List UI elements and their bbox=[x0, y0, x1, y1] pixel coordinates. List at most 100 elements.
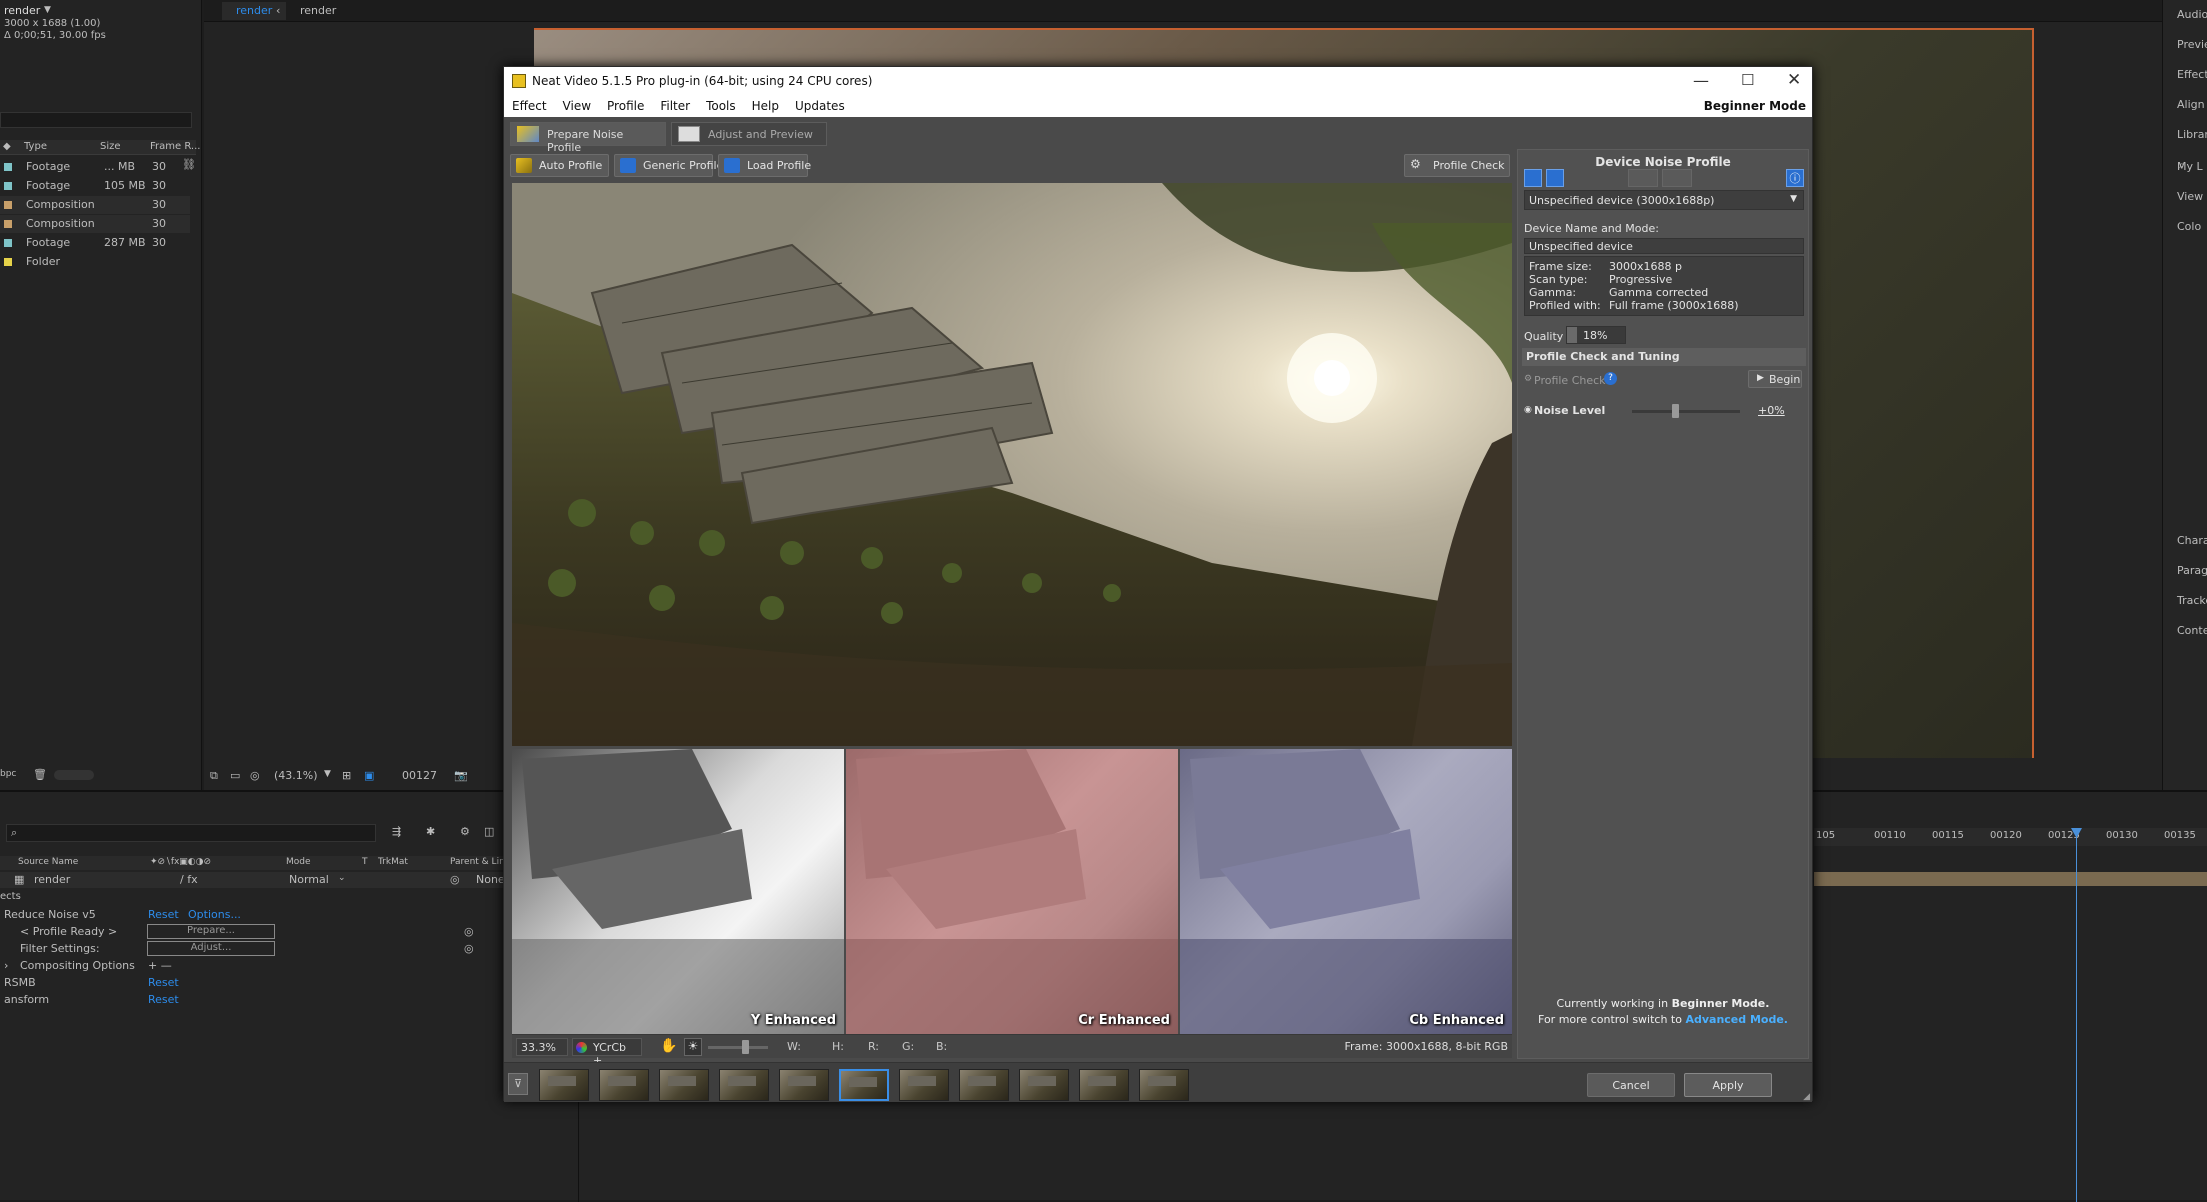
thumbnail-slider[interactable] bbox=[54, 770, 94, 780]
brightness-slider[interactable] bbox=[708, 1046, 768, 1049]
apply-button[interactable]: Apply bbox=[1684, 1073, 1772, 1097]
zoom-value[interactable]: (43.1%) bbox=[274, 769, 318, 782]
keyframe-icon[interactable]: ◎ bbox=[464, 925, 474, 938]
chevron-down-icon[interactable]: ▼ bbox=[324, 769, 331, 779]
generic-profile-button[interactable]: Generic Profile bbox=[614, 154, 723, 177]
tab-adjust-and-preview[interactable]: Adjust and Preview bbox=[671, 122, 827, 146]
menu-tools[interactable]: Tools bbox=[698, 97, 744, 113]
layer-mode[interactable]: Normal bbox=[289, 873, 329, 886]
effect-row-label[interactable]: Reduce Noise v5 bbox=[4, 908, 96, 921]
chevron-down-icon[interactable]: ▼ bbox=[44, 5, 51, 15]
brightness-icon[interactable]: ☀ bbox=[684, 1038, 702, 1056]
draft-icon[interactable]: ✱ bbox=[426, 825, 435, 838]
comp-name[interactable]: render bbox=[4, 4, 40, 17]
undo-icon[interactable] bbox=[1628, 169, 1658, 187]
cancel-button[interactable]: Cancel bbox=[1587, 1073, 1675, 1097]
cr-channel-preview[interactable]: Cr Enhanced bbox=[846, 749, 1178, 1034]
device-select[interactable]: Unspecified device (3000x1688p) ▼ bbox=[1524, 190, 1804, 210]
col-frame-rate[interactable]: Frame R... bbox=[150, 141, 200, 152]
fit-icon[interactable]: ⊞ bbox=[342, 769, 351, 782]
effect-row-label[interactable]: ansform bbox=[4, 993, 49, 1006]
load-profile-button[interactable]: Load Profile bbox=[718, 154, 811, 177]
reset-link[interactable]: Reset bbox=[148, 993, 179, 1006]
noise-level-slider[interactable] bbox=[1632, 404, 1740, 418]
trash-icon[interactable]: 🗑 bbox=[33, 768, 47, 781]
menu-help[interactable]: Help bbox=[744, 97, 787, 113]
timeline-search-input[interactable]: ⌕ bbox=[6, 824, 376, 842]
title-bar[interactable]: Neat Video 5.1.5 Pro plug-in (64-bit; us… bbox=[504, 67, 1812, 97]
col-size[interactable]: Size bbox=[100, 141, 121, 152]
resize-grip-icon[interactable]: ◢ bbox=[1803, 1092, 1810, 1102]
y-channel-preview[interactable]: Y Enhanced bbox=[512, 749, 844, 1034]
redo-icon[interactable] bbox=[1662, 169, 1692, 187]
snapshot-icon[interactable]: ⧉ bbox=[210, 769, 218, 783]
frame-thumbnail[interactable] bbox=[959, 1069, 1009, 1101]
effect-row-label[interactable]: < Profile Ready > bbox=[20, 925, 117, 938]
filter-icon[interactable]: ⊽ bbox=[508, 1073, 528, 1095]
col-mode[interactable]: Mode bbox=[286, 857, 311, 867]
reset-link[interactable]: Reset bbox=[148, 908, 179, 921]
layer-row[interactable]: ▦ render / fx Normal ⌄ ◎ None bbox=[0, 872, 505, 888]
graph-icon[interactable]: ⇶ bbox=[392, 825, 401, 838]
bpc-label[interactable]: bpc bbox=[0, 769, 16, 779]
frame-thumbnail[interactable] bbox=[659, 1069, 709, 1101]
effect-row-label[interactable]: Compositing Options bbox=[20, 959, 135, 972]
right-panel-item[interactable]: Align bbox=[2177, 98, 2205, 111]
motion-blur-icon[interactable]: ◫ bbox=[484, 825, 494, 838]
right-panel-item[interactable]: Conte bbox=[2177, 624, 2207, 637]
right-panel-item[interactable]: Chara bbox=[2177, 534, 2207, 547]
col-type[interactable]: Type bbox=[24, 141, 47, 152]
project-item[interactable]: Composition 30 bbox=[0, 196, 190, 214]
chevron-down-icon[interactable]: ▼ bbox=[1790, 194, 1797, 204]
menu-updates[interactable]: Updates bbox=[787, 97, 853, 113]
minimize-icon[interactable]: — bbox=[1693, 71, 1709, 90]
save-profile-icon[interactable] bbox=[1546, 169, 1564, 187]
frame-thumbnail[interactable] bbox=[719, 1069, 769, 1101]
time-ruler[interactable]: 105 00110 00115 00120 00125 00130 00135 bbox=[1814, 828, 2207, 846]
add-remove-icon[interactable]: + — bbox=[148, 959, 172, 972]
help-icon[interactable]: ? bbox=[1604, 372, 1617, 385]
noise-level-value[interactable]: +0% bbox=[1758, 404, 1785, 417]
pen-icon[interactable]: / fx bbox=[180, 873, 198, 886]
col-trkmat[interactable]: TrkMat bbox=[378, 857, 408, 867]
chevron-left-icon[interactable]: ‹ bbox=[276, 4, 280, 17]
frame-blend-icon[interactable]: ⚙ bbox=[460, 825, 470, 838]
menu-profile[interactable]: Profile bbox=[599, 97, 652, 113]
frame-thumbnail[interactable] bbox=[539, 1069, 589, 1101]
menu-view[interactable]: View bbox=[555, 97, 599, 113]
chevron-down-icon[interactable]: ⌄ bbox=[338, 873, 346, 883]
frame-thumbnail[interactable] bbox=[1079, 1069, 1129, 1101]
project-item[interactable]: Footage 287 MB 30 bbox=[0, 234, 190, 252]
tab-prepare-noise-profile[interactable]: Prepare Noise Profile bbox=[510, 122, 666, 154]
hand-icon[interactable]: ✋ bbox=[660, 1038, 677, 1054]
layer-bar[interactable] bbox=[1814, 872, 2207, 886]
keyframe-icon[interactable]: ◎ bbox=[464, 942, 474, 955]
effect-button[interactable]: Adjust... bbox=[147, 941, 275, 956]
right-panel-item[interactable]: Effects bbox=[2177, 68, 2207, 81]
col-parent[interactable]: Parent & Link bbox=[450, 857, 510, 867]
frame-thumbnail[interactable] bbox=[1019, 1069, 1069, 1101]
open-profile-icon[interactable] bbox=[1524, 169, 1542, 187]
effect-button[interactable]: Prepare... bbox=[147, 924, 275, 939]
chevron-right-icon[interactable]: › bbox=[4, 959, 8, 972]
advanced-mode-link[interactable]: Advanced Mode. bbox=[1685, 1013, 1788, 1026]
project-item[interactable]: Footage 105 MB 30 bbox=[0, 177, 190, 195]
camera-icon[interactable]: 📷 bbox=[454, 769, 468, 782]
col-source-name[interactable]: Source Name bbox=[18, 857, 78, 867]
mode-label[interactable]: Beginner Mode bbox=[1704, 99, 1806, 113]
mask-icon[interactable]: ◎ bbox=[250, 769, 260, 782]
close-icon[interactable]: ✕ bbox=[1787, 70, 1801, 90]
effect-row-label[interactable]: Filter Settings: bbox=[20, 942, 100, 955]
profile-check-button[interactable]: ⚙ Profile Check bbox=[1404, 154, 1510, 177]
menu-filter[interactable]: Filter bbox=[652, 97, 698, 113]
maximize-icon[interactable]: ☐ bbox=[1741, 71, 1754, 89]
reset-link[interactable]: Reset bbox=[148, 976, 179, 989]
tab-render-active[interactable]: render ‹ bbox=[222, 2, 286, 20]
device-name-field[interactable]: Unspecified device bbox=[1524, 238, 1804, 254]
tab-render[interactable]: render bbox=[300, 4, 336, 17]
noise-level-thumb[interactable] bbox=[1672, 404, 1679, 418]
project-item[interactable]: Composition 30 bbox=[0, 215, 190, 233]
menu-effect[interactable]: Effect bbox=[504, 97, 555, 113]
right-panel-item[interactable]: Parag bbox=[2177, 564, 2207, 577]
project-item[interactable]: Footage ... MB 30 bbox=[0, 158, 190, 176]
